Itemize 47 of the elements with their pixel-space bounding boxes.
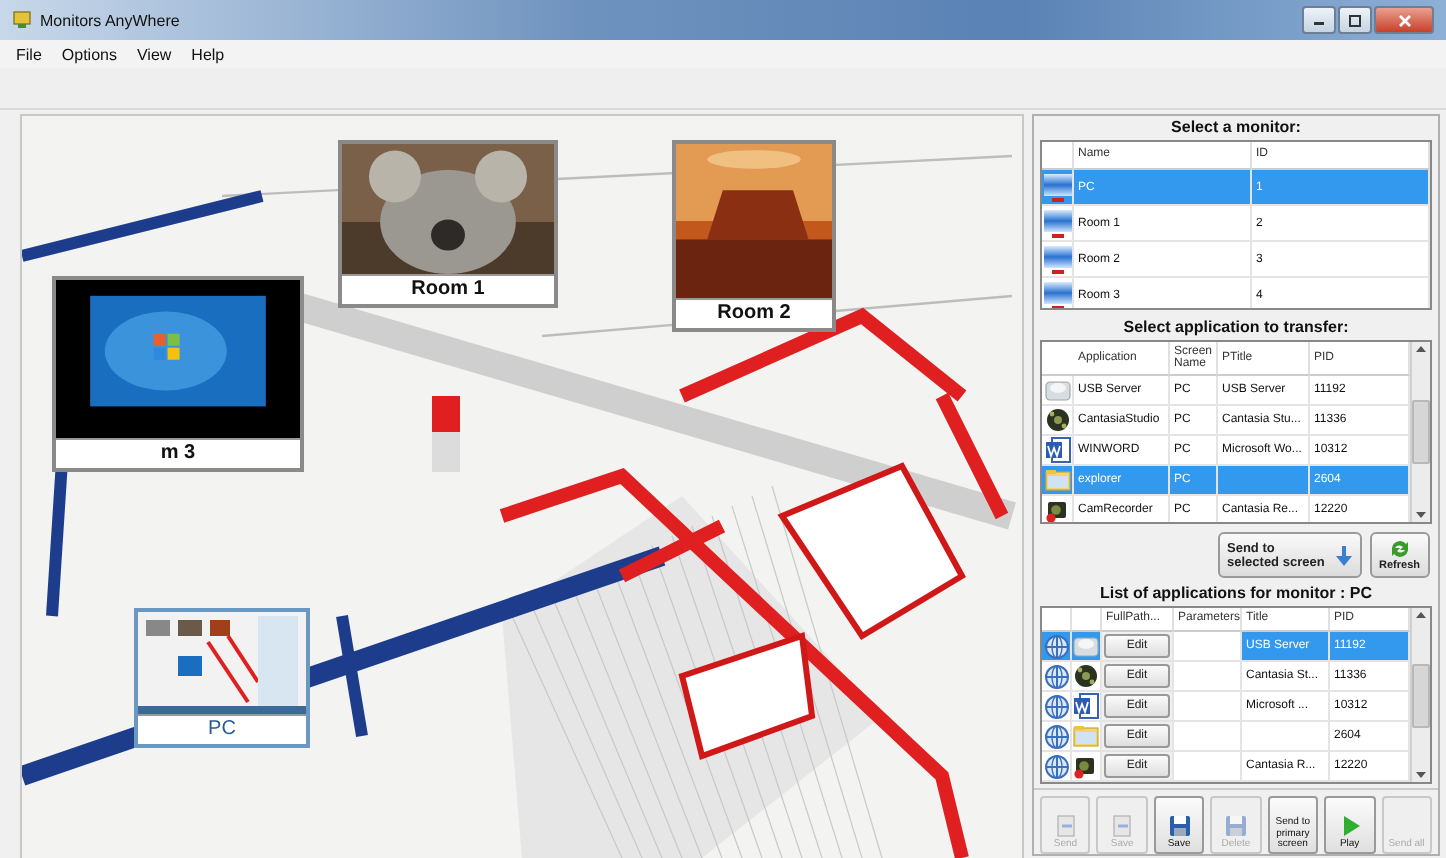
- section-title: Select application to transfer:: [1121, 316, 1351, 341]
- monitor-tile[interactable]: m 3: [52, 276, 304, 472]
- globe-icon: [1044, 693, 1070, 720]
- globe-icon: [1044, 663, 1070, 690]
- maximize-button[interactable]: [1338, 6, 1372, 34]
- globe-icon: [1044, 633, 1070, 660]
- arrow-down-icon[interactable]: [1414, 510, 1428, 522]
- scrollbar[interactable]: [1410, 342, 1430, 523]
- arrow-up-icon[interactable]: [1414, 608, 1428, 621]
- film-reel-icon: [1044, 406, 1072, 435]
- monitor-tile[interactable]: Room 1: [338, 140, 558, 308]
- close-icon: [1397, 13, 1411, 27]
- document-w-icon: [1072, 692, 1100, 721]
- menu-item[interactable]: View: [136, 45, 172, 63]
- monitor-icon: [1044, 171, 1072, 203]
- app-icon: [12, 10, 32, 30]
- monitor-icon: [1044, 207, 1072, 239]
- monitor-tile[interactable]: PC: [134, 608, 310, 748]
- section-title: Select a monitor:: [1169, 116, 1303, 140]
- menu-item[interactable]: Help: [191, 45, 225, 63]
- window-title: Monitors AnyWhere: [40, 11, 180, 29]
- document-icon: [1053, 813, 1078, 838]
- cloud-icon: [1072, 632, 1100, 661]
- scrollbar[interactable]: [1410, 608, 1430, 782]
- monitor-tile[interactable]: Room 2: [672, 140, 836, 332]
- section-title: List of applications for monitor : PC: [1098, 582, 1374, 607]
- folder-icon: [1044, 466, 1072, 495]
- arrow-down-icon[interactable]: [1414, 769, 1428, 782]
- document-icon: [1110, 813, 1135, 838]
- arrow-down-icon: [1335, 545, 1352, 566]
- monitor-icon: [1044, 279, 1072, 309]
- document-w-icon: [1044, 436, 1072, 465]
- film-reel-icon: [1072, 662, 1100, 691]
- monitor-icon: [1044, 243, 1072, 275]
- menu-item[interactable]: File: [16, 45, 42, 63]
- minimize-button[interactable]: [1302, 6, 1336, 34]
- globe-icon: [1044, 753, 1070, 780]
- maximize-icon: [1348, 13, 1362, 27]
- camera-icon: [1072, 752, 1100, 781]
- close-button[interactable]: [1374, 6, 1434, 34]
- refresh-icon: [1387, 538, 1412, 561]
- arrow-up-icon[interactable]: [1414, 342, 1428, 355]
- menu-item[interactable]: Options: [61, 45, 117, 63]
- pillar-drawing: [432, 396, 460, 472]
- folder-icon: [1072, 722, 1100, 751]
- globe-icon: [1044, 723, 1070, 750]
- camera-icon: [1044, 496, 1072, 523]
